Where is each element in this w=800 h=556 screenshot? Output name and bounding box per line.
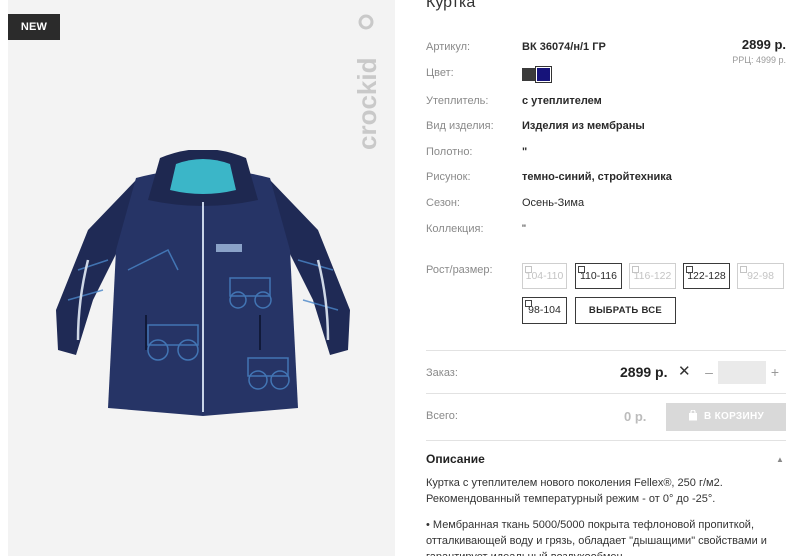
size-option-98-104[interactable]: 98-104	[522, 297, 567, 324]
size-checkbox-icon	[525, 300, 532, 307]
total-price: 0 р.	[624, 409, 647, 424]
size-option-122-128[interactable]: 122-128	[683, 263, 730, 289]
size-label: 110-116	[580, 270, 617, 282]
attr-value-article: ВК 36074/н/1 ГР	[522, 41, 606, 53]
size-label: 98-104	[528, 304, 561, 316]
attr-label-collection: Коллекция:	[426, 223, 484, 235]
attr-label-article: Артикул:	[426, 41, 471, 53]
divider	[426, 393, 786, 394]
attr-value-fabric: "	[522, 146, 528, 158]
shopping-bag-icon	[688, 410, 697, 421]
total-label: Всего:	[426, 410, 458, 422]
size-option-110-116[interactable]: 110-116	[575, 263, 622, 289]
attr-value-type: Изделия из мембраны	[522, 120, 645, 132]
order-label: Заказ:	[426, 367, 458, 379]
attr-label-type: Вид изделия:	[426, 120, 494, 132]
description-bullet: • Мембранная ткань 5000/5000 покрыта теф…	[426, 519, 767, 556]
attr-value-season: Осень-Зима	[522, 197, 585, 209]
crockid-logo: crockid	[352, 14, 382, 151]
description-heading[interactable]: Описание	[426, 452, 485, 466]
svg-text:crockid: crockid	[352, 58, 382, 151]
size-option-92-98[interactable]: 92-98	[737, 263, 784, 289]
size-option-104-110[interactable]: 104-110	[522, 263, 567, 289]
new-badge: NEW	[8, 14, 60, 40]
color-swatch-dark-gray[interactable]	[522, 68, 535, 81]
attr-value-collection: "	[522, 223, 526, 235]
attr-value-insulation: с утеплителем	[522, 95, 602, 107]
size-label: 122-128	[687, 270, 726, 282]
size-label: 92-98	[747, 270, 774, 282]
product-price: 2899 р.	[741, 37, 786, 52]
product-image-panel[interactable]: NEW crockid	[8, 0, 395, 556]
attr-label-print: Рисунок:	[426, 171, 471, 183]
size-checkbox-icon	[525, 266, 532, 273]
size-checkbox-icon	[578, 266, 585, 273]
quantity-decrement-button[interactable]: –	[702, 364, 716, 380]
sizes-label: Рост/размер:	[426, 264, 493, 276]
collapse-caret-icon[interactable]: ▲	[776, 455, 784, 464]
product-title: Куртка	[426, 0, 476, 11]
size-checkbox-icon	[740, 266, 747, 273]
divider	[426, 350, 786, 351]
order-price: 2899 р.	[620, 364, 668, 380]
attr-label-fabric: Полотно:	[426, 146, 473, 158]
add-to-cart-button[interactable]: В КОРЗИНУ	[666, 403, 786, 431]
size-option-116-122[interactable]: 116-122	[629, 263, 676, 289]
jacket-photo	[56, 150, 350, 416]
attr-label-insulation: Утеплитель:	[426, 95, 489, 107]
size-label: 116-122	[633, 270, 672, 282]
select-all-sizes-button[interactable]: ВЫБРАТЬ ВСЕ	[575, 297, 676, 324]
divider	[426, 440, 786, 441]
attr-value-print: темно-синий, стройтехника	[522, 171, 672, 183]
size-checkbox-icon	[686, 266, 693, 273]
color-swatch-navy[interactable]	[535, 66, 552, 83]
times-icon: ✕	[678, 363, 691, 380]
product-rrp: РРЦ: 4999 р.	[732, 55, 786, 65]
attr-label-color: Цвет:	[426, 67, 454, 79]
quantity-input[interactable]	[718, 361, 766, 384]
add-to-cart-label: В КОРЗИНУ	[703, 411, 764, 422]
quantity-increment-button[interactable]: +	[768, 364, 782, 380]
description-paragraph: Куртка с утеплителем нового поколения Fe…	[426, 477, 723, 505]
attr-label-season: Сезон:	[426, 197, 460, 209]
size-checkbox-icon	[632, 266, 639, 273]
